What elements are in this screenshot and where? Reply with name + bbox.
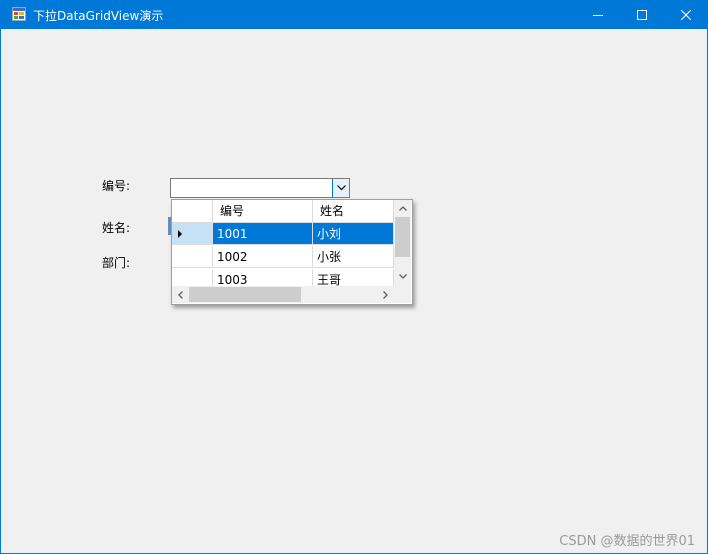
cell-name[interactable]: 王哥 [313, 269, 394, 286]
table-row[interactable]: 1001 小刘 [172, 223, 394, 246]
id-label: 编号: [102, 179, 131, 193]
app-icon [12, 7, 26, 21]
scroll-left-icon [178, 290, 183, 299]
name-label: 姓名: [102, 221, 131, 235]
minimize-icon [593, 15, 603, 16]
window-title: 下拉DataGridView演示 [33, 9, 164, 23]
close-button[interactable] [663, 1, 708, 29]
scroll-right-icon [383, 290, 388, 299]
maximize-icon [637, 10, 647, 20]
top-left-header-cell[interactable] [172, 200, 213, 223]
combobox-dropdown-button[interactable] [332, 179, 349, 197]
column-header-id[interactable]: 编号 [213, 200, 313, 223]
minimize-button[interactable] [575, 1, 621, 29]
table-row[interactable]: 1003 王哥 [172, 269, 394, 286]
dropdown-arrow-icon [336, 185, 346, 191]
form-client-area: 编号: 姓名: 部门: 编号 姓名 1001 小刘 1002 小张 1003 王… [1, 29, 707, 553]
id-combobox[interactable] [170, 178, 350, 198]
close-icon [681, 10, 691, 20]
row-header-cell[interactable] [172, 269, 213, 286]
cell-name[interactable]: 小刘 [313, 223, 394, 245]
row-header-cell[interactable] [172, 223, 213, 245]
watermark: CSDN @数据的世界01 [559, 534, 695, 549]
cell-name[interactable]: 小张 [313, 246, 394, 268]
scroll-right-button[interactable] [377, 286, 394, 303]
title-bar[interactable]: 下拉DataGridView演示 [1, 1, 707, 29]
vertical-scroll-thumb[interactable] [395, 217, 410, 257]
horizontal-scroll-thumb[interactable] [189, 287, 301, 302]
scroll-down-icon [398, 274, 407, 279]
scroll-left-button[interactable] [172, 286, 189, 303]
maximize-button[interactable] [619, 1, 665, 29]
scrollbar-corner [394, 286, 411, 303]
scroll-down-button[interactable] [394, 268, 411, 285]
vertical-scrollbar[interactable] [394, 200, 411, 286]
data-grid: 编号 姓名 1001 小刘 1002 小张 1003 王哥 [172, 200, 394, 286]
scroll-up-button[interactable] [394, 200, 411, 217]
scroll-up-icon [398, 206, 407, 211]
cell-id[interactable]: 1002 [213, 246, 313, 268]
current-row-indicator-icon [178, 230, 182, 238]
cell-id[interactable]: 1001 [213, 223, 313, 245]
horizontal-scrollbar[interactable] [172, 286, 394, 303]
row-header-cell[interactable] [172, 246, 213, 268]
table-row[interactable]: 1002 小张 [172, 246, 394, 269]
column-header-name[interactable]: 姓名 [313, 200, 394, 223]
dept-label: 部门: [102, 256, 131, 270]
main-window: 下拉DataGridView演示 编号: 姓名: 部门: 编号 姓名 1001 … [0, 0, 708, 554]
cell-id[interactable]: 1003 [213, 269, 313, 286]
dropdown-datagridview[interactable]: 编号 姓名 1001 小刘 1002 小张 1003 王哥 [171, 199, 413, 305]
grid-header-row: 编号 姓名 [172, 200, 394, 223]
